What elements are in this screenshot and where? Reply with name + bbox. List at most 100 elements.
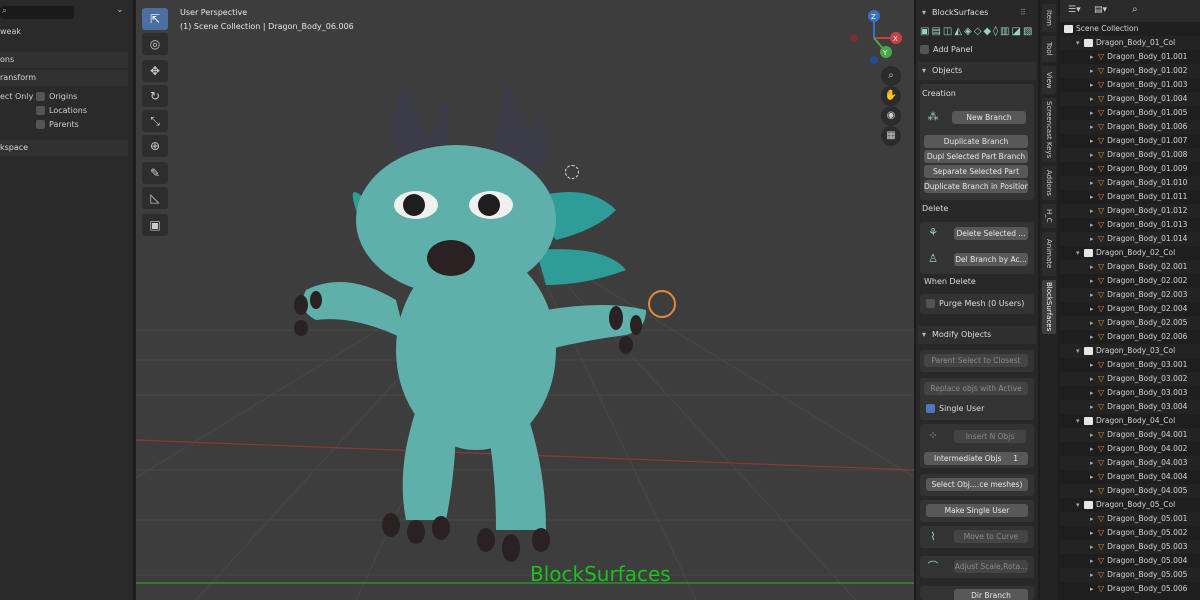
- collapsed-triangle-icon[interactable]: ▸: [1090, 302, 1098, 316]
- delete-selected-button[interactable]: Delete Selected ...: [954, 227, 1028, 240]
- collapsed-triangle-icon[interactable]: ▸: [1090, 512, 1098, 526]
- collapsed-triangle-icon[interactable]: ▸: [1090, 428, 1098, 442]
- collapsed-triangle-icon[interactable]: ▸: [1090, 526, 1098, 540]
- locations-checkbox[interactable]: Locations: [36, 104, 87, 118]
- collapsed-triangle-icon[interactable]: ▸: [1090, 92, 1098, 106]
- tab-blocksurfaces[interactable]: BlockSurfaces: [1042, 280, 1056, 334]
- collapsed-triangle-icon[interactable]: ▸: [1090, 316, 1098, 330]
- options-section[interactable]: ons: [0, 52, 128, 68]
- objects-header[interactable]: Objects: [918, 62, 1036, 80]
- cursor-tool-icon[interactable]: ◎: [142, 33, 168, 55]
- object-row[interactable]: ▸ ▽ Dragon_Body_02.004: [1060, 302, 1200, 316]
- collapsed-triangle-icon[interactable]: ▸: [1090, 386, 1098, 400]
- object-row[interactable]: ▸ ▽ Dragon_Body_01.014: [1060, 232, 1200, 246]
- collapsed-triangle-icon[interactable]: ▸: [1090, 106, 1098, 120]
- tab-item[interactable]: Item: [1042, 4, 1056, 32]
- collapsed-triangle-icon[interactable]: ▸: [1090, 456, 1098, 470]
- replace-objs-button[interactable]: Replace objs with Active: [924, 382, 1028, 395]
- collapsed-triangle-icon[interactable]: ▸: [1090, 64, 1098, 78]
- duplicate-branch-button[interactable]: Duplicate Branch: [924, 135, 1028, 148]
- filter-icon[interactable]: ▤▾: [1094, 5, 1107, 15]
- intermediate-objs-field[interactable]: Intermediate Objs 1: [924, 452, 1028, 465]
- collection-row[interactable]: ▾ Dragon_Body_02_Col: [1060, 246, 1200, 260]
- collapsed-triangle-icon[interactable]: ▸: [1090, 554, 1098, 568]
- tab-addons[interactable]: Addons: [1042, 166, 1056, 200]
- object-row[interactable]: ▸ ▽ Dragon_Body_03.001: [1060, 358, 1200, 372]
- collapsed-triangle-icon[interactable]: ▸: [1090, 204, 1098, 218]
- object-row[interactable]: ▸ ▽ Dragon_Body_03.002: [1060, 372, 1200, 386]
- collection-row[interactable]: ▾ Dragon_Body_05_Col: [1060, 498, 1200, 512]
- object-row[interactable]: ▸ ▽ Dragon_Body_01.011: [1060, 190, 1200, 204]
- collapsed-triangle-icon[interactable]: ▸: [1090, 400, 1098, 414]
- object-row[interactable]: ▸ ▽ Dragon_Body_01.008: [1060, 148, 1200, 162]
- collapsed-triangle-icon[interactable]: ▸: [1090, 582, 1098, 596]
- dragon-model[interactable]: [286, 70, 676, 570]
- search-icon[interactable]: ⌕: [1132, 4, 1138, 15]
- add-panel-checkbox[interactable]: Add Panel: [920, 45, 973, 54]
- tab-hc[interactable]: H_C: [1042, 204, 1056, 228]
- tab-view[interactable]: View: [1042, 66, 1056, 94]
- adjust-scale-button[interactable]: Adjust Scale,Rota...: [954, 560, 1028, 573]
- collapsed-triangle-icon[interactable]: ▸: [1090, 260, 1098, 274]
- add-cube-tool-icon[interactable]: ▣: [142, 214, 168, 236]
- new-branch-button[interactable]: New Branch: [952, 111, 1026, 124]
- drag-handle-icon[interactable]: ⠿: [1020, 8, 1026, 17]
- display-mode-icon[interactable]: ☰▾: [1068, 5, 1081, 15]
- object-row[interactable]: ▸ ▽ Dragon_Body_04.002: [1060, 442, 1200, 456]
- addon-icons-row[interactable]: ▣▤◫◭◈◇◆◊▥◪▧: [920, 26, 1034, 40]
- object-row[interactable]: ▸ ▽ Dragon_Body_01.003: [1060, 78, 1200, 92]
- collapsed-triangle-icon[interactable]: ▸: [1090, 470, 1098, 484]
- expand-triangle-icon[interactable]: ▾: [1076, 344, 1084, 358]
- collection-row[interactable]: ▾ Dragon_Body_04_Col: [1060, 414, 1200, 428]
- rotate-tool-icon[interactable]: ↻: [142, 85, 168, 107]
- expand-triangle-icon[interactable]: ▾: [1076, 246, 1084, 260]
- expand-triangle-icon[interactable]: ▾: [1076, 414, 1084, 428]
- dupl-selected-part-button[interactable]: Dupl Selected Part Branch: [924, 150, 1028, 163]
- dir-branch-button[interactable]: Dir Branch: [954, 589, 1028, 600]
- collapsed-triangle-icon[interactable]: ▸: [1090, 232, 1098, 246]
- camera-icon[interactable]: ◉: [881, 106, 901, 126]
- zoom-icon[interactable]: ⌕: [881, 66, 901, 86]
- transform-tool-icon[interactable]: ⊕: [142, 135, 168, 157]
- collapsed-triangle-icon[interactable]: ▸: [1090, 134, 1098, 148]
- collapsed-triangle-icon[interactable]: ▸: [1090, 162, 1098, 176]
- collapsed-triangle-icon[interactable]: ▸: [1090, 120, 1098, 134]
- panel-title[interactable]: BlockSurfaces: [918, 4, 1036, 22]
- collapsed-triangle-icon[interactable]: ▸: [1090, 484, 1098, 498]
- collection-row[interactable]: ▾ Dragon_Body_01_Col: [1060, 36, 1200, 50]
- object-row[interactable]: ▸ ▽ Dragon_Body_04.005: [1060, 484, 1200, 498]
- object-row[interactable]: ▸ ▽ Dragon_Body_04.003: [1060, 456, 1200, 470]
- make-single-user-button[interactable]: Make Single User: [926, 504, 1028, 517]
- object-row[interactable]: ▸ ▽ Dragon_Body_01.001: [1060, 50, 1200, 64]
- parent-select-button[interactable]: Parent Select to Closest: [924, 354, 1028, 367]
- object-row[interactable]: ▸ ▽ Dragon_Body_03.004: [1060, 400, 1200, 414]
- object-row[interactable]: ▸ ▽ Dragon_Body_05.004: [1060, 554, 1200, 568]
- parents-checkbox[interactable]: Parents: [36, 118, 79, 132]
- tab-tool[interactable]: Tool: [1042, 36, 1056, 62]
- object-row[interactable]: ▸ ▽ Dragon_Body_04.001: [1060, 428, 1200, 442]
- object-row[interactable]: ▸ ▽ Dragon_Body_01.006: [1060, 120, 1200, 134]
- modify-objects-header[interactable]: Modify Objects: [918, 326, 1036, 344]
- move-tool-icon[interactable]: ✥: [142, 60, 168, 82]
- collapsed-triangle-icon[interactable]: ▸: [1090, 568, 1098, 582]
- object-row[interactable]: ▸ ▽ Dragon_Body_02.005: [1060, 316, 1200, 330]
- object-row[interactable]: ▸ ▽ Dragon_Body_05.002: [1060, 526, 1200, 540]
- insert-n-objs-button[interactable]: Insert N Objs: [954, 430, 1026, 443]
- collapsed-triangle-icon[interactable]: ▸: [1090, 218, 1098, 232]
- object-row[interactable]: ▸ ▽ Dragon_Body_02.001: [1060, 260, 1200, 274]
- single-user-checkbox[interactable]: Single User: [926, 404, 984, 413]
- scene-collection-row[interactable]: Scene Collection: [1060, 22, 1200, 36]
- object-row[interactable]: ▸ ▽ Dragon_Body_01.012: [1060, 204, 1200, 218]
- object-row[interactable]: ▸ ▽ Dragon_Body_03.003: [1060, 386, 1200, 400]
- origins-checkbox[interactable]: Origins: [36, 90, 77, 104]
- object-row[interactable]: ▸ ▽ Dragon_Body_02.003: [1060, 288, 1200, 302]
- workspace-section[interactable]: kspace: [0, 140, 128, 156]
- perspective-grid-icon[interactable]: ▦: [881, 126, 901, 146]
- tab-screencast-keys[interactable]: Screencast Keys: [1042, 98, 1056, 162]
- collapsed-triangle-icon[interactable]: ▸: [1090, 274, 1098, 288]
- object-row[interactable]: ▸ ▽ Dragon_Body_01.009: [1060, 162, 1200, 176]
- tweak-label[interactable]: weak: [0, 25, 21, 39]
- collapsed-triangle-icon[interactable]: ▸: [1090, 540, 1098, 554]
- 3d-viewport[interactable]: User Perspective (1) Scene Collection | …: [136, 0, 914, 600]
- del-branch-button[interactable]: Del Branch by Ac...: [954, 253, 1028, 266]
